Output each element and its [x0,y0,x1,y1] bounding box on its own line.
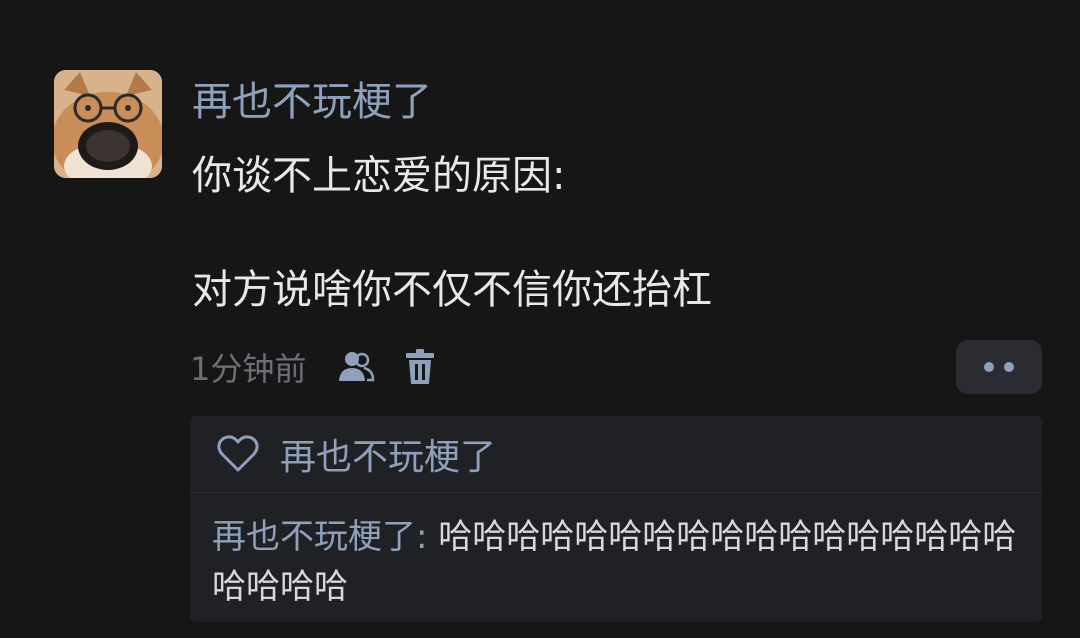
heart-outline-icon[interactable] [216,432,260,476]
reply-author[interactable]: 再也不玩梗了: [212,517,427,557]
comment-line-1: 你谈不上恋爱的原因: [192,153,566,199]
reply-panel: 再也不玩梗了 再也不玩梗了: 哈哈哈哈哈哈哈哈哈哈哈哈哈哈哈哈哈哈哈哈哈 [190,416,1042,622]
comment-line-2: 对方说啥你不仅不信你还抬杠 [192,267,712,313]
more-dots-icon [984,362,994,372]
trash-icon[interactable] [398,345,442,389]
comment-page: 再也不玩梗了 你谈不上恋爱的原因: 对方说啥你不仅不信你还抬杠 1分钟前 再也不… [0,0,1080,638]
comment-author[interactable]: 再也不玩梗了 [192,78,432,126]
comment-content: 你谈不上恋爱的原因: 对方说啥你不仅不信你还抬杠 [192,148,1032,318]
avatar-image [54,70,162,178]
comment-meta: 1分钟前 [190,342,462,392]
timestamp: 1分钟前 [190,350,307,388]
avatar[interactable] [54,70,162,178]
liker-name[interactable]: 再也不玩梗了 [280,428,496,480]
users-icon[interactable] [334,345,378,389]
likes-row: 再也不玩梗了 [190,416,1042,493]
more-dots-icon [1004,362,1014,372]
reply-item: 再也不玩梗了: 哈哈哈哈哈哈哈哈哈哈哈哈哈哈哈哈哈哈哈哈哈 [212,512,1038,612]
more-options-button[interactable] [956,340,1042,394]
comment-blank-line [192,204,1032,262]
